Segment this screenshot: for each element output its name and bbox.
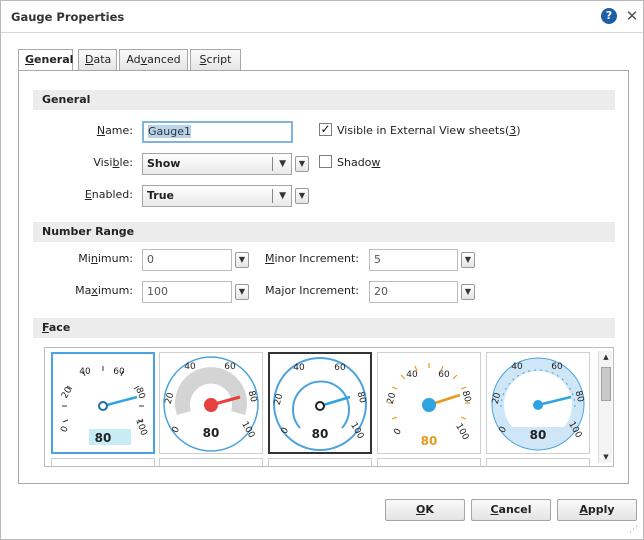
gauge-face-light-blue-icon: 0 20 40 60 80 100 80 (491, 357, 585, 451)
resize-grip-icon[interactable]: ⋰ (629, 525, 638, 535)
svg-text:0: 0 (59, 425, 70, 434)
tab-advanced[interactable]: Advanced (119, 49, 188, 70)
svg-text:40: 40 (511, 362, 523, 372)
svg-text:40: 40 (406, 370, 418, 380)
gauge-face-option[interactable] (486, 458, 590, 466)
shadow-label: Shadow (337, 156, 381, 169)
enabled-select[interactable]: True ▼ (142, 185, 292, 207)
maximum-field[interactable]: 100 (142, 281, 232, 303)
gauge-face-option[interactable]: 0 20 40 60 80 100 80 (268, 352, 372, 454)
external-view-checkbox[interactable]: ✓ (319, 123, 332, 136)
gauge-face-option[interactable]: 0 20 40 60 80 100 80 (486, 352, 590, 454)
name-field[interactable]: Gauge1 (142, 121, 293, 143)
major-increment-label: Major Increment: (265, 284, 359, 297)
minor-increment-label: Minor Increment: (264, 252, 359, 265)
name-label: Name: (96, 124, 133, 137)
svg-text:60: 60 (334, 363, 346, 373)
minor-increment-expression-button[interactable]: ▼ (461, 252, 475, 268)
general-tab-panel: General Name: Gauge1 Visible: Show ▼ ▼ En… (18, 70, 629, 484)
maximum-expression-button[interactable]: ▼ (235, 284, 249, 300)
chevron-down-icon: ▼ (279, 191, 286, 201)
visible-label: Visible: (93, 156, 133, 169)
svg-text:20: 20 (386, 391, 399, 405)
enabled-label: Enabled: (84, 188, 133, 201)
svg-text:40: 40 (79, 367, 91, 377)
visible-select[interactable]: Show ▼ (142, 153, 292, 175)
title-bar: Gauge Properties ? ✕ (1, 1, 643, 33)
tab-general[interactable]: General (18, 49, 73, 71)
cancel-button[interactable]: Cancel (471, 499, 551, 521)
svg-text:100: 100 (453, 422, 470, 442)
external-view-label: Visible in External View sheets(3) (337, 124, 521, 137)
tab-script[interactable]: Script (190, 49, 241, 70)
scroll-down-icon[interactable]: ▼ (599, 451, 613, 463)
gauge-face-ring-blue-icon: 0 20 40 60 80 100 80 (273, 357, 367, 451)
svg-text:60: 60 (438, 370, 450, 380)
minimum-field[interactable]: 0 (142, 249, 232, 271)
gauge-face-option[interactable] (377, 458, 481, 466)
minimum-expression-button[interactable]: ▼ (235, 252, 249, 268)
scroll-thumb[interactable] (601, 367, 611, 401)
apply-button[interactable]: Apply (557, 499, 637, 521)
major-increment-expression-button[interactable]: ▼ (461, 284, 475, 300)
visible-expression-button[interactable]: ▼ (295, 156, 309, 172)
svg-text:80: 80 (421, 434, 438, 448)
svg-text:40: 40 (184, 362, 196, 372)
svg-text:0: 0 (393, 427, 405, 437)
svg-text:100: 100 (133, 418, 148, 438)
face-gallery-scrollbar[interactable]: ▲ ▼ (598, 351, 612, 463)
ok-button[interactable]: OK (385, 499, 465, 521)
dialog-title: Gauge Properties (11, 10, 125, 24)
gauge-face-option[interactable]: 0 20 40 60 80 100 80 (159, 352, 263, 454)
gauge-face-gray-red-icon: 0 20 40 60 80 100 80 (163, 356, 259, 452)
svg-text:60: 60 (113, 367, 125, 377)
major-increment-field[interactable]: 20 (369, 281, 458, 303)
svg-text:80: 80 (203, 426, 220, 440)
gauge-face-option[interactable] (268, 458, 372, 466)
gauge-face-option[interactable]: 0 20 40 60 80 100 80 (51, 352, 155, 454)
svg-text:60: 60 (551, 362, 563, 372)
face-section-header: Face (33, 318, 615, 338)
minor-increment-field[interactable]: 5 (369, 249, 458, 271)
tab-data[interactable]: Data (78, 49, 117, 70)
svg-text:80: 80 (460, 390, 473, 404)
gauge-face-boxed-icon: 0 20 40 60 80 100 80 (59, 366, 149, 445)
svg-text:20: 20 (60, 385, 75, 400)
enabled-expression-button[interactable]: ▼ (295, 188, 309, 204)
svg-text:40: 40 (293, 363, 305, 373)
gauge-properties-dialog: Gauge Properties ? ✕ General Data Advanc… (0, 0, 644, 540)
gauge-face-option[interactable] (51, 458, 155, 466)
svg-text:60: 60 (224, 362, 236, 372)
number-range-section-header: Number Range (33, 222, 615, 242)
scroll-up-icon[interactable]: ▲ (599, 351, 613, 363)
gauge-face-option[interactable] (159, 458, 263, 466)
minimum-label: Minimum: (78, 252, 133, 265)
svg-text:80: 80 (95, 431, 112, 445)
svg-text:80: 80 (312, 427, 329, 441)
general-section-header: General (33, 90, 615, 110)
gauge-face-option[interactable]: 0 20 40 60 80 100 80 (377, 352, 481, 454)
chevron-down-icon: ▼ (279, 159, 286, 169)
gauge-face-orange-icon: 0 20 40 60 80 100 80 (386, 363, 473, 448)
help-icon[interactable]: ? (601, 8, 617, 24)
svg-text:80: 80 (530, 428, 547, 442)
close-icon[interactable]: ✕ (625, 7, 639, 25)
shadow-checkbox[interactable] (319, 155, 332, 168)
maximum-label: Maximum: (75, 284, 133, 297)
face-gallery: 0 20 40 60 80 100 80 0 20 40 60 80 100 8… (44, 347, 614, 467)
